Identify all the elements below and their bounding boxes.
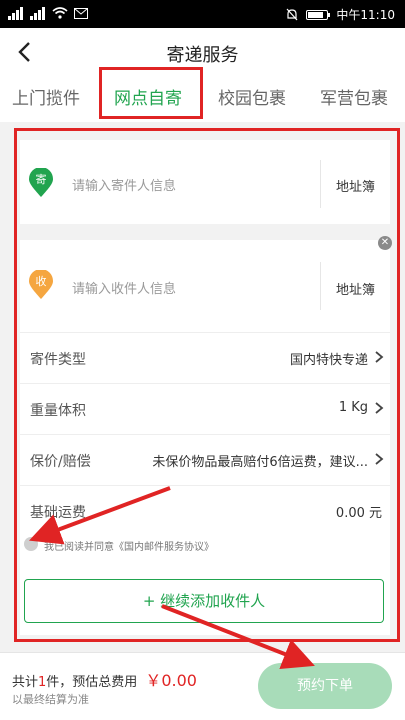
total-price: ￥0.00 <box>145 671 197 690</box>
mail-type-label: 寄件类型 <box>30 352 86 368</box>
status-bar: 中午11:10 <box>0 0 405 28</box>
row-insurance[interactable]: 保价/赔偿 未保价物品最高赔付6倍运费，建议... <box>20 434 390 485</box>
tab-home-pickup[interactable]: 上门揽件 <box>12 84 80 109</box>
submit-order-button[interactable]: 预约下单 <box>258 663 392 709</box>
receiver-placeholder[interactable]: 请输入收件人信息 <box>72 278 176 297</box>
signal-icon-2 <box>30 6 46 20</box>
count-prefix: 共计 <box>12 675 39 690</box>
agreement-text[interactable]: 我已阅读并同意《国内邮件服务协议》 <box>44 538 214 553</box>
sender-pin-icon: 寄 <box>29 168 53 197</box>
bottom-bar: 共计1件，预估总费用 ￥0.00 以最终结算为准 预约下单 <box>0 652 405 720</box>
add-receiver-area: + 继续添加收件人 <box>20 557 390 635</box>
service-tabs: 上门揽件 网点自寄 校园包裹 军营包裹 <box>0 76 405 122</box>
status-time: 中午11:10 <box>336 8 395 22</box>
insurance-value: 未保价物品最高赔付6倍运费，建议... <box>152 455 368 470</box>
total-summary: 共计1件，预估总费用 ￥0.00 <box>12 667 197 691</box>
chevron-right-icon <box>375 453 384 465</box>
mail-icon <box>74 7 88 19</box>
insurance-label: 保价/赔偿 <box>30 454 91 470</box>
receiver-card[interactable]: 收 请输入收件人信息 地址簿 <box>20 240 390 332</box>
shipment-options: 寄件类型 国内特快专递 重量体积 1 Kg 保价/赔偿 未保价物品最高赔付6倍运… <box>20 332 390 536</box>
agreement-checkbox[interactable] <box>24 537 38 551</box>
battery-icon <box>306 9 331 20</box>
chevron-right-icon <box>375 402 384 414</box>
receiver-address-book-button[interactable]: 地址簿 <box>336 279 375 298</box>
sender-divider <box>320 160 321 208</box>
agreement-row: 我已阅读并同意《国内邮件服务协议》 <box>20 533 390 557</box>
tab-military-parcel[interactable]: 军营包裹 <box>320 84 388 109</box>
mail-type-value: 国内特快专递 <box>289 353 368 368</box>
tab-campus-parcel[interactable]: 校园包裹 <box>218 84 286 109</box>
chevron-right-icon <box>375 351 384 363</box>
remove-receiver-close-icon[interactable]: ✕ <box>378 236 392 250</box>
status-right: 中午11:10 <box>286 6 395 23</box>
sender-badge-text: 寄 <box>36 172 47 186</box>
row-base-fee: 基础运费 0.00 元 <box>20 485 390 536</box>
sender-card[interactable]: 寄 请输入寄件人信息 地址簿 <box>20 140 390 224</box>
receiver-pin-icon: 收 <box>29 270 53 299</box>
mute-bell-icon <box>286 8 298 21</box>
weight-label: 重量体积 <box>30 403 86 419</box>
weight-value: 1 Kg <box>338 400 368 415</box>
base-fee-label: 基础运费 <box>30 505 86 521</box>
tab-branch-self-send[interactable]: 网点自寄 <box>114 84 182 109</box>
sender-address-book-button[interactable]: 地址簿 <box>336 176 375 195</box>
wifi-icon <box>52 7 68 19</box>
status-left <box>8 6 88 20</box>
count-suffix: 件，预估总费用 <box>46 675 138 690</box>
settlement-note: 以最终结算为准 <box>12 693 89 706</box>
receiver-divider <box>320 262 321 310</box>
app-header: 寄递服务 <box>0 28 405 76</box>
row-mail-type[interactable]: 寄件类型 国内特快专递 <box>20 332 390 383</box>
add-receiver-button[interactable]: + 继续添加收件人 <box>24 579 384 623</box>
page-title: 寄递服务 <box>166 45 239 66</box>
receiver-badge-text: 收 <box>36 274 47 288</box>
sender-placeholder[interactable]: 请输入寄件人信息 <box>72 175 176 194</box>
row-weight-volume[interactable]: 重量体积 1 Kg <box>20 383 390 434</box>
signal-icon <box>8 6 24 20</box>
base-fee-value: 0.00 元 <box>335 506 382 521</box>
